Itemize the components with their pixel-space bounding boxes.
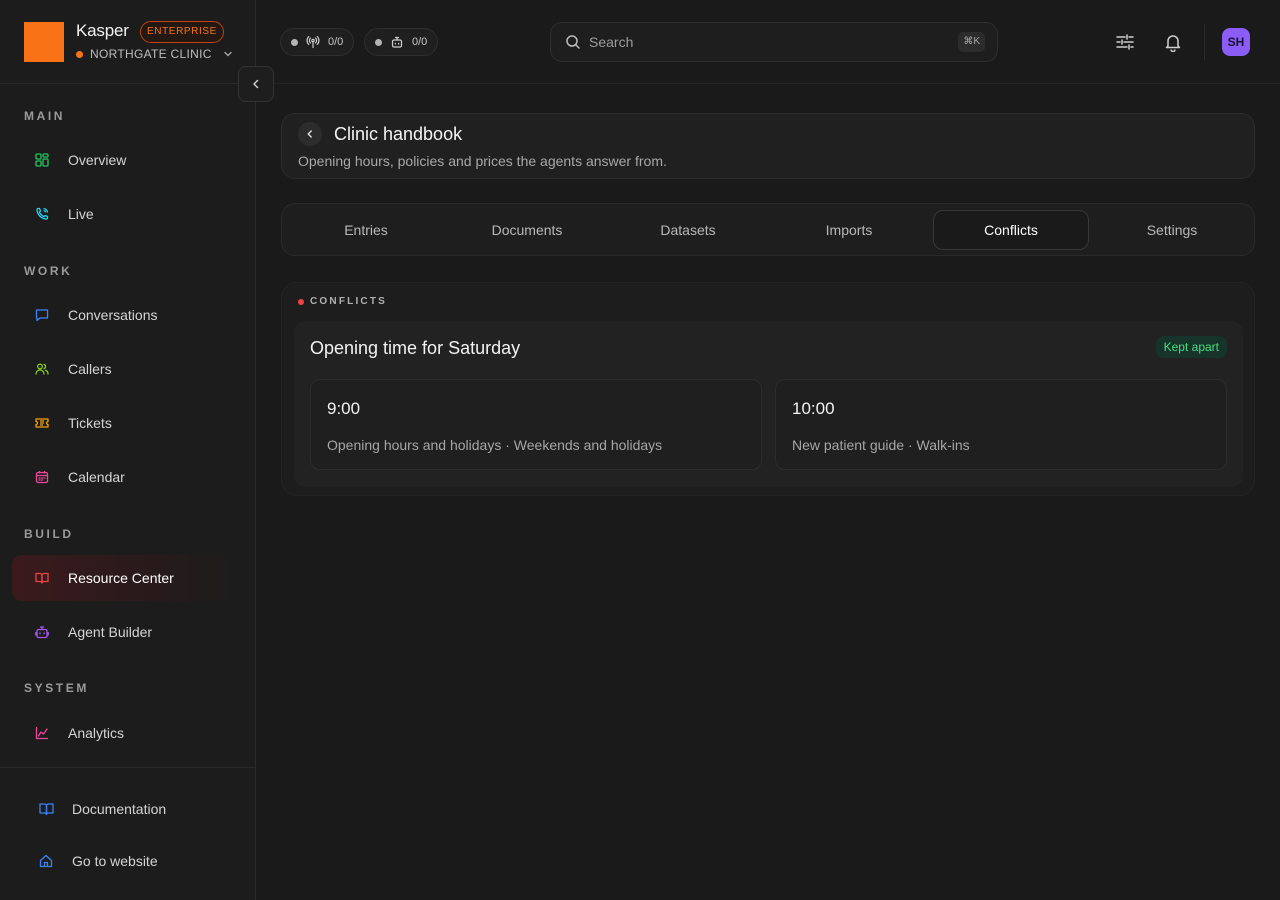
sidebar-item-tickets[interactable]: Tickets xyxy=(12,400,236,446)
sidebar-footer: Documentation Go to website xyxy=(0,767,256,900)
sidebar-item-documentation[interactable]: Documentation xyxy=(16,789,240,829)
users-icon xyxy=(34,361,50,377)
robot-icon xyxy=(391,36,403,48)
sidebar-item-label: Documentation xyxy=(72,801,167,817)
resource-tabs: Entries Documents Datasets Imports Confl… xyxy=(281,203,1255,256)
live-calls-indicator[interactable]: 0/0 xyxy=(280,28,355,56)
section-system: SYSTEM xyxy=(24,681,89,695)
conflicts-label-text: CONFLICTS xyxy=(310,296,388,307)
sidebar-item-label: Calendar xyxy=(68,469,125,485)
chat-icon xyxy=(34,307,50,323)
book-open-icon xyxy=(38,801,54,817)
bell-icon xyxy=(1165,35,1181,52)
robot-icon xyxy=(34,624,50,640)
section-work: WORK xyxy=(24,264,73,278)
tab-conflicts[interactable]: Conflicts xyxy=(933,210,1089,250)
status-dot xyxy=(375,38,382,46)
alert-dot xyxy=(298,298,304,305)
conflict-title: Opening time for Saturday xyxy=(310,338,521,358)
sidebar-item-label: Agent Builder xyxy=(68,624,153,640)
search-shortcut-hint: ⌘K xyxy=(958,32,985,52)
filters-button[interactable] xyxy=(1113,30,1137,54)
sidebar-item-label: Live xyxy=(68,206,94,222)
back-button[interactable] xyxy=(298,122,322,146)
chart-line-icon xyxy=(34,725,50,741)
tab-documents[interactable]: Documents xyxy=(449,210,605,250)
tab-datasets[interactable]: Datasets xyxy=(610,210,766,250)
book-icon xyxy=(34,570,50,586)
brand-name: Kasper xyxy=(76,21,129,40)
brand-header: Kasper ENTERPRISE NORTHGATE CLINIC xyxy=(0,0,256,84)
chevron-down-icon xyxy=(224,51,232,57)
org-status-dot xyxy=(76,50,83,58)
section-main: MAIN xyxy=(24,109,66,123)
sidebar-item-label: Overview xyxy=(68,152,127,168)
sidebar-item-resource-center[interactable]: Resource Center xyxy=(12,555,236,601)
brand-logo xyxy=(24,22,64,62)
sidebar-item-label: Callers xyxy=(68,361,112,377)
agents-indicator[interactable]: 0/0 xyxy=(364,28,439,56)
sidebar-item-analytics[interactable]: Analytics xyxy=(12,710,236,756)
top-bar: 0/0 0/0 ⌘K SH xyxy=(256,0,1280,84)
plan-badge: ENTERPRISE xyxy=(140,21,224,43)
broadcast-icon xyxy=(306,35,320,49)
sidebar-item-label: Conversations xyxy=(68,307,158,323)
tab-entries[interactable]: Entries xyxy=(288,210,444,250)
live-calls-count: 0/0 xyxy=(328,36,344,48)
tab-imports[interactable]: Imports xyxy=(771,210,927,250)
home-icon xyxy=(38,853,54,869)
collapse-sidebar-button[interactable] xyxy=(238,66,274,102)
sliders-icon xyxy=(1116,34,1134,50)
calendar-icon xyxy=(34,469,50,485)
sidebar-item-callers[interactable]: Callers xyxy=(12,346,236,392)
sidebar-item-label: Resource Center xyxy=(68,570,174,586)
org-name: NORTHGATE CLINIC xyxy=(90,47,212,61)
conflict-option[interactable]: 9:00 Opening hours and holidays · Weeken… xyxy=(310,379,762,470)
user-avatar[interactable]: SH xyxy=(1222,28,1250,56)
option-source: Opening hours and holidays · Weekends an… xyxy=(327,437,663,453)
sidebar-item-label: Tickets xyxy=(68,415,112,431)
notifications-button[interactable] xyxy=(1161,30,1185,54)
sidebar-item-live[interactable]: Live xyxy=(12,191,236,237)
tab-settings[interactable]: Settings xyxy=(1094,210,1250,250)
option-value: 10:00 xyxy=(792,399,835,418)
phone-icon xyxy=(34,206,50,222)
agents-count: 0/0 xyxy=(412,36,428,48)
section-build: BUILD xyxy=(24,527,74,541)
search-bar[interactable]: ⌘K xyxy=(550,22,998,62)
page-title: Clinic handbook xyxy=(334,124,463,144)
page-header: Clinic handbook Opening hours, policies … xyxy=(281,113,1255,179)
conflict-card: Opening time for Saturday Kept apart 9:0… xyxy=(294,321,1243,487)
option-source: New patient guide · Walk-ins xyxy=(792,437,970,453)
page-subtitle: Opening hours, policies and prices the a… xyxy=(298,153,667,169)
sidebar: Kasper ENTERPRISE NORTHGATE CLINIC MAIN … xyxy=(0,0,256,900)
ticket-icon xyxy=(34,415,50,431)
org-switcher[interactable]: NORTHGATE CLINIC xyxy=(76,47,233,61)
grid-icon xyxy=(34,152,50,168)
sidebar-item-label: Analytics xyxy=(68,725,125,741)
chevron-left-icon xyxy=(307,130,312,138)
status-badge: Kept apart xyxy=(1155,336,1227,358)
chevron-left-icon xyxy=(253,79,259,89)
status-dot xyxy=(291,38,298,46)
sidebar-item-label: Go to website xyxy=(72,853,158,869)
sidebar-item-go-to-website[interactable]: Go to website xyxy=(16,841,240,881)
sidebar-item-overview[interactable]: Overview xyxy=(12,137,236,183)
conflicts-section-label: CONFLICTS xyxy=(298,296,387,307)
sidebar-item-conversations[interactable]: Conversations xyxy=(12,292,236,338)
topbar-divider xyxy=(1204,24,1205,60)
sidebar-item-calendar[interactable]: Calendar xyxy=(12,454,236,500)
conflict-option[interactable]: 10:00 New patient guide · Walk-ins xyxy=(775,379,1227,470)
sidebar-item-agent-builder[interactable]: Agent Builder xyxy=(12,609,236,655)
conflicts-panel: CONFLICTS Opening time for Saturday Kept… xyxy=(281,282,1255,496)
option-value: 9:00 xyxy=(327,399,361,418)
search-icon xyxy=(566,35,580,49)
search-input[interactable] xyxy=(589,34,939,50)
